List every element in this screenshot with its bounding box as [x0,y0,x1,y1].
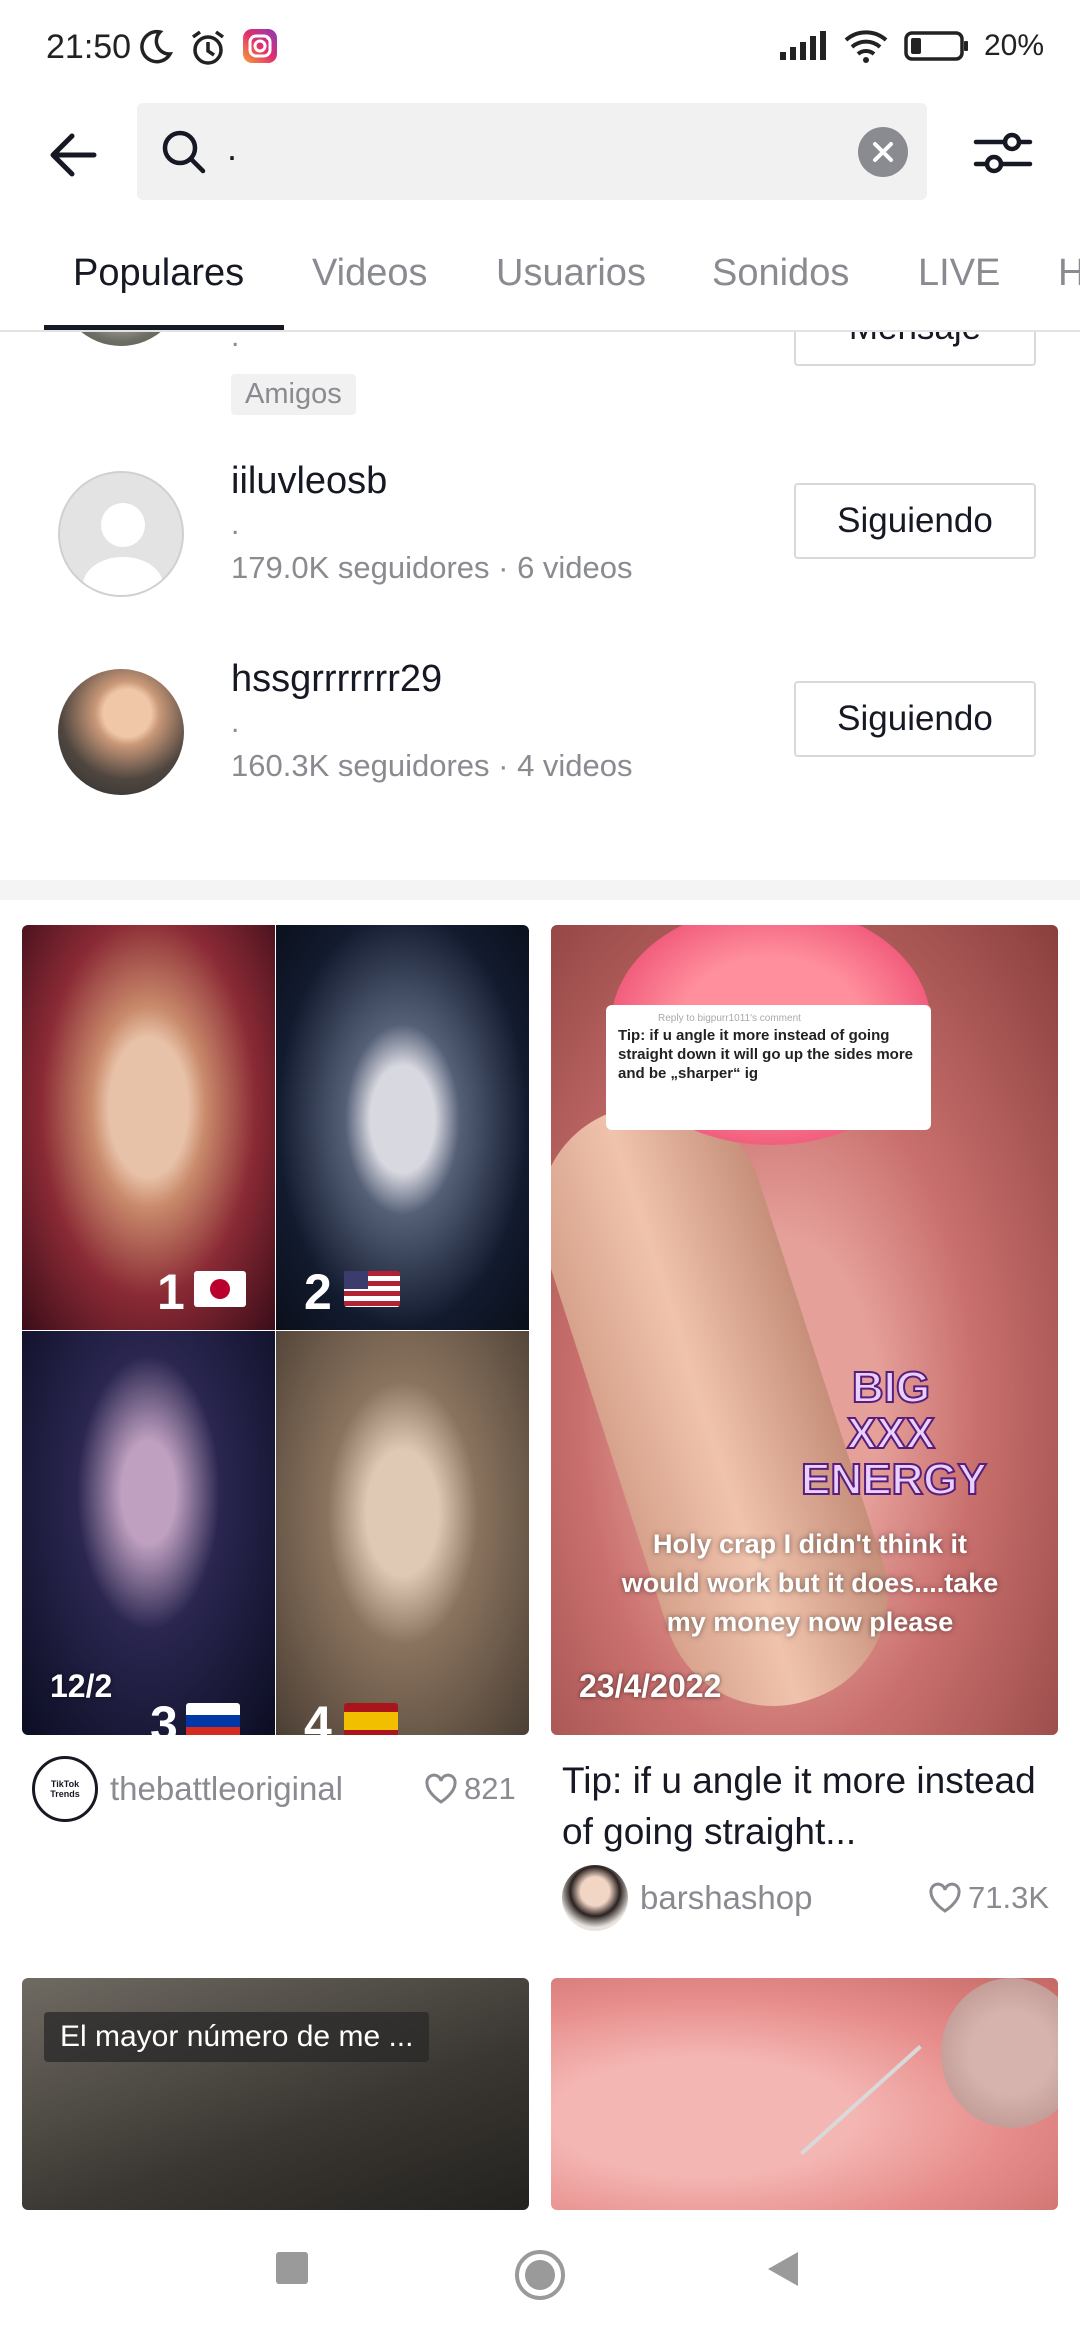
spain-flag-icon [344,1703,398,1735]
author-name: barshashop [640,1879,813,1916]
comment-text: Tip: if u angle it more instead of going… [618,1027,914,1082]
message-button[interactable]: Mensaje [794,332,1036,366]
comment-bubble: Reply to bigpurr1011's comment Tip: if u… [606,1005,931,1130]
battery-icon [904,31,968,61]
tab-populares[interactable]: Populares [73,252,244,295]
video-author[interactable]: barshashop [562,1865,812,1931]
avatar[interactable] [58,471,184,597]
rank-label: 3 [150,1696,178,1735]
active-tab-indicator [44,325,284,330]
thumb-shape [800,2044,922,2156]
big-text-line: BIG [851,1363,931,1412]
video-thumbnail[interactable] [551,1978,1058,2210]
moon-icon [140,29,174,64]
author-avatar-text: TikTok Trends [50,1779,80,1799]
friends-badge: Amigos [231,374,356,415]
user-row[interactable]: iiluvleosb . 179.0K seguidores · 6 video… [0,460,1080,662]
avatar[interactable] [58,332,184,346]
video-banner: El mayor número de me ... [44,2012,430,2062]
user-results: . Amigos Mensaje iiluvleosb . 179.0K seg… [0,332,1080,880]
battery-level: 20% [983,29,1044,62]
author-name: thebattleoriginal [110,1770,343,1807]
close-icon [873,142,893,162]
user-row[interactable]: . Amigos Mensaje [0,332,1080,422]
instagram-icon [243,29,277,63]
default-avatar-icon [83,503,163,595]
like-count-value: 821 [464,1771,516,1806]
search-header: . [0,100,1080,210]
video-overlay-caption: Holy crap I didn't think it would work b… [621,1529,999,1637]
user-stats: 160.3K seguidores · 4 videos [231,748,633,783]
video-thumbnail[interactable]: 1 2 12/2 3 4 [22,925,529,1735]
user-row[interactable]: hssgrrrrrrr29 . 160.3K seguidores · 4 vi… [0,658,1080,860]
search-input[interactable]: . [137,103,927,200]
like-count: 821 [424,1771,516,1807]
user-bio: . [231,508,240,541]
search-tabs: Populares Videos Usuarios Sonidos LIVE H [0,240,1080,332]
username[interactable]: hssgrrrrrrr29 [231,658,442,701]
back-arrow-icon[interactable] [40,120,110,190]
user-bio: . [231,332,240,353]
wifi-icon [844,30,888,63]
thumb-shape [941,1978,1058,2128]
clear-search-button[interactable] [858,127,908,177]
like-count-value: 71.3K [968,1880,1050,1915]
rank-label: 1 [157,1264,185,1320]
tab-usuarios[interactable]: Usuarios [496,252,646,295]
alarm-icon [191,30,225,65]
user-stats: 179.0K seguidores · 6 videos [231,550,633,585]
username[interactable]: iiluvleosb [231,460,387,503]
video-date: 12/2 [50,1668,113,1704]
status-time: 21:50 [46,28,132,66]
video-thumb-quadrant [22,925,275,1330]
video-date: 23/4/2022 [579,1668,722,1704]
status-bar: 21:50 20% [0,0,1080,100]
video-thumbnail[interactable]: Reply to bigpurr1011's comment Tip: if u… [551,925,1058,1735]
russia-flag-icon [186,1703,240,1735]
home-circle-icon[interactable] [513,2248,567,2302]
tab-hashtags[interactable]: H [1058,252,1080,295]
usa-flag-icon [344,1271,400,1307]
video-caption[interactable]: Tip: if u angle it more instead of going… [562,1755,1052,1857]
video-thumbnail[interactable]: El mayor número de me ... [22,1978,529,2210]
recents-square-icon[interactable] [274,2250,310,2286]
following-button[interactable]: Siguiendo [794,681,1036,757]
rank-label: 2 [304,1264,332,1320]
big-text-line: ENERGY [800,1455,988,1504]
heart-icon [929,1882,961,1913]
following-button[interactable]: Siguiendo [794,483,1036,559]
author-avatar: TikTok Trends [32,1756,98,1822]
big-text-line: XXX [846,1409,936,1458]
comment-header: Reply to bigpurr1011's comment [658,1013,801,1024]
tab-sonidos[interactable]: Sonidos [712,252,849,295]
like-count: 71.3K [928,1880,1049,1916]
filter-sliders-icon[interactable] [968,118,1038,188]
big-text-overlay: BIG XXX ENERGY [800,1363,988,1504]
search-icon [162,130,206,174]
video-author[interactable]: TikTok Trends thebattleoriginal [32,1756,343,1822]
user-bio: . [231,706,240,739]
system-nav-bar [0,2210,1080,2340]
signal-icon [779,31,826,60]
status-right: 20% [778,28,1044,64]
tab-live[interactable]: LIVE [918,252,1000,295]
japan-flag-icon [194,1271,246,1307]
back-triangle-icon[interactable] [764,2250,800,2288]
avatar[interactable] [58,669,184,795]
search-query[interactable]: . [227,127,237,169]
heart-icon [425,1773,457,1804]
tab-videos[interactable]: Videos [312,252,428,295]
rank-label: 4 [304,1696,332,1735]
section-divider [0,880,1080,900]
video-thumb-quadrant [276,1331,529,1735]
author-avatar [562,1865,628,1931]
